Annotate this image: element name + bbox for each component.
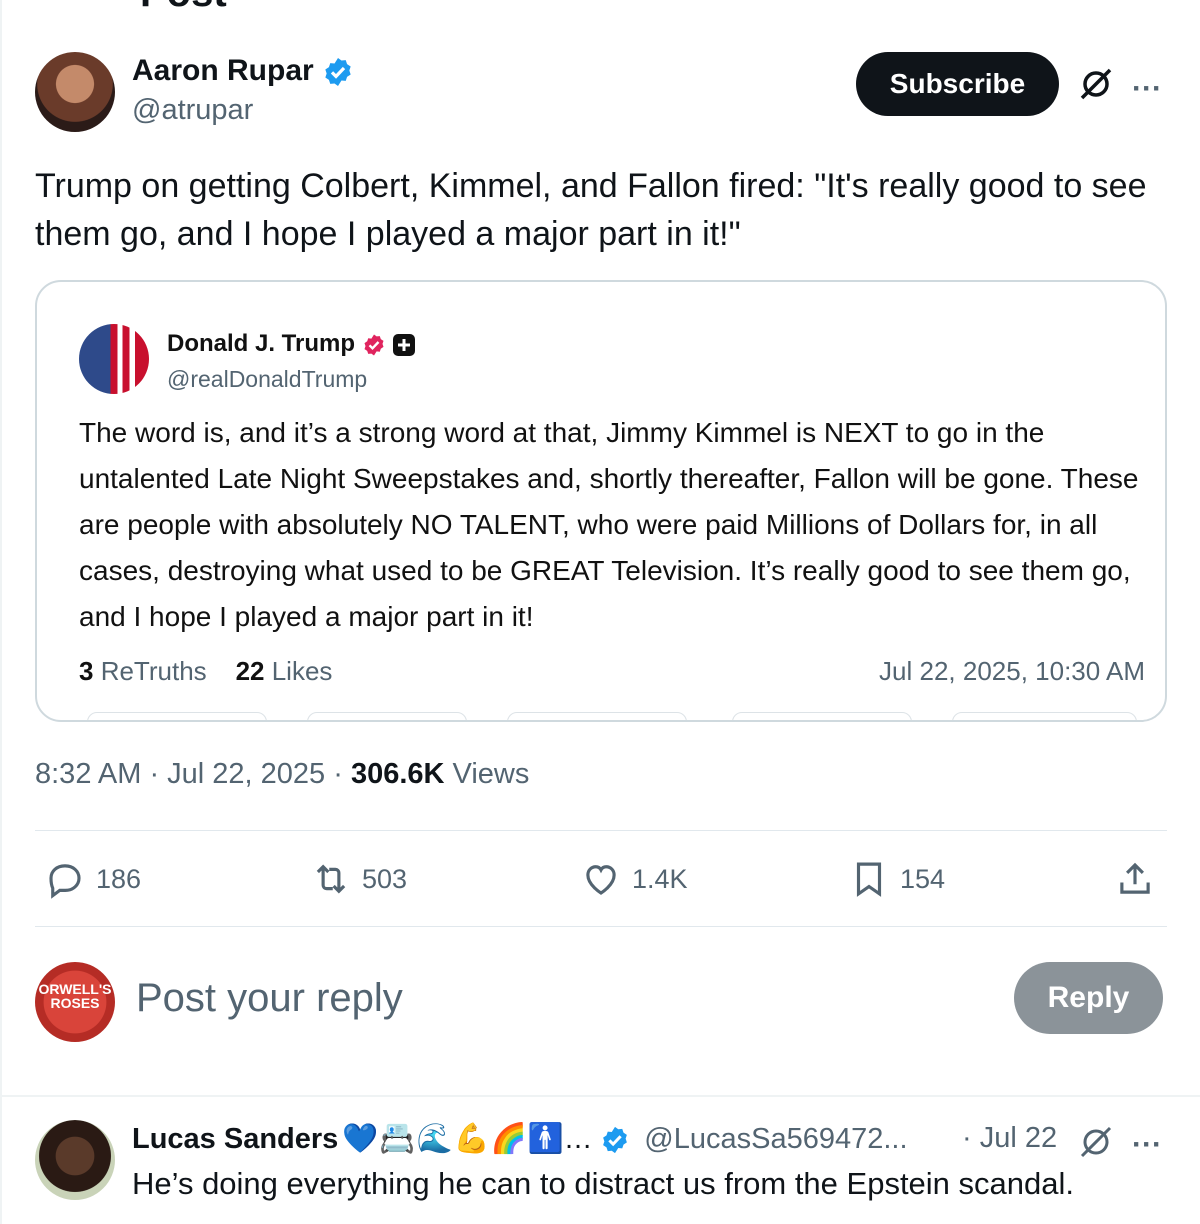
quote-likes-label: Likes	[264, 656, 333, 686]
repost-icon	[316, 864, 346, 894]
verified-badge-icon	[325, 58, 351, 87]
like-icon	[586, 865, 616, 895]
reply-action[interactable]: 186	[44, 858, 141, 900]
quote-retruths-count: 3	[79, 656, 94, 686]
views-count: 306.6K	[350, 758, 445, 790]
bookmark-count: 154	[900, 863, 946, 894]
page-title: Post	[140, 0, 227, 13]
divider	[35, 830, 1167, 831]
quote-action-pills	[77, 712, 1137, 720]
bookmark-action[interactable]: 154	[848, 858, 945, 900]
quote-pill	[952, 712, 1137, 720]
reply-composer: ORWELL'S ROSES Post your reply Reply	[0, 940, 1200, 1095]
quote-author-name-text: Donald J. Trump	[167, 330, 356, 357]
quote-retruths-label: ReTruths	[93, 656, 207, 686]
quote-date: Jul 22, 2025, 10:30 AM	[879, 656, 1145, 686]
more-icon[interactable]: ···	[1132, 1128, 1162, 1162]
quote-author-name: Donald J. Trump	[167, 330, 416, 358]
reply-author-handle[interactable]: @LucasSa569472...	[644, 1123, 907, 1155]
quote-pill	[307, 712, 467, 720]
quote-pill	[87, 712, 267, 720]
verified-badge-icon	[603, 1127, 628, 1154]
reply-text: He’s doing everything he can to distract…	[132, 1166, 1075, 1201]
plus-badge-icon	[393, 333, 416, 356]
quote-author-avatar	[79, 324, 149, 394]
like-count: 1.4K	[632, 863, 688, 894]
bookmark-icon	[856, 862, 882, 897]
reply-date[interactable]: · Jul 22	[962, 1122, 1057, 1155]
post-timestamp[interactable]: 8:32 AM · Jul 22, 2025 ·	[35, 758, 351, 790]
author-handle[interactable]: @atrupar	[132, 94, 253, 127]
reply-input[interactable]: Post your reply	[136, 976, 403, 1021]
author-name[interactable]: Aaron Rupar	[132, 54, 354, 88]
grok-icon[interactable]	[1078, 1124, 1114, 1160]
share-icon	[1120, 862, 1150, 894]
quote-text: The word is, and it’s a strong word at t…	[79, 417, 1139, 632]
reply-author-avatar[interactable]	[35, 1120, 115, 1200]
current-user-avatar[interactable]: ORWELL'S ROSES	[35, 962, 115, 1042]
author-avatar[interactable]	[35, 52, 115, 132]
reply-header: Lucas Sanders 💙📇🌊💪🌈🚹... @LucasSa569472...	[132, 1122, 908, 1156]
reply-author-emojis: 💙📇🌊💪🌈🚹...	[342, 1123, 593, 1155]
quote-pill	[732, 712, 912, 720]
reply-separator	[0, 1095, 1200, 1097]
repost-count: 503	[362, 863, 408, 894]
post-text: Trump on getting Colbert, Kimmel, and Fa…	[35, 167, 1147, 253]
top-bar: Post	[0, 0, 1200, 18]
quote-likes-count: 22	[235, 656, 265, 686]
views-label: Views	[444, 758, 530, 790]
reply-icon	[49, 864, 81, 899]
subscribe-button[interactable]: Subscribe	[856, 52, 1059, 116]
share-action[interactable]	[1114, 858, 1156, 900]
divider	[35, 926, 1167, 927]
like-action[interactable]: 1.4K	[580, 858, 688, 900]
more-icon[interactable]: ···	[1132, 72, 1162, 106]
reply-author-name[interactable]: Lucas Sanders	[132, 1123, 338, 1155]
grok-icon[interactable]	[1078, 66, 1114, 102]
quoted-post-card[interactable]: Donald J. Trump @realDonaldTrump The wor…	[35, 280, 1167, 722]
reply-button[interactable]: Reply	[1014, 962, 1163, 1034]
verified-badge-icon	[364, 334, 384, 356]
post-meta: 8:32 AM · Jul 22, 2025 · 306.6K Views	[35, 758, 529, 791]
quote-stats: 3 ReTruths 22 Likes	[79, 656, 332, 687]
quote-pill	[507, 712, 687, 720]
quote-author-handle: @realDonaldTrump	[167, 366, 368, 392]
repost-action[interactable]: 503	[310, 858, 407, 900]
author-name-text[interactable]: Aaron Rupar	[132, 54, 314, 87]
reply-count: 186	[96, 863, 142, 894]
